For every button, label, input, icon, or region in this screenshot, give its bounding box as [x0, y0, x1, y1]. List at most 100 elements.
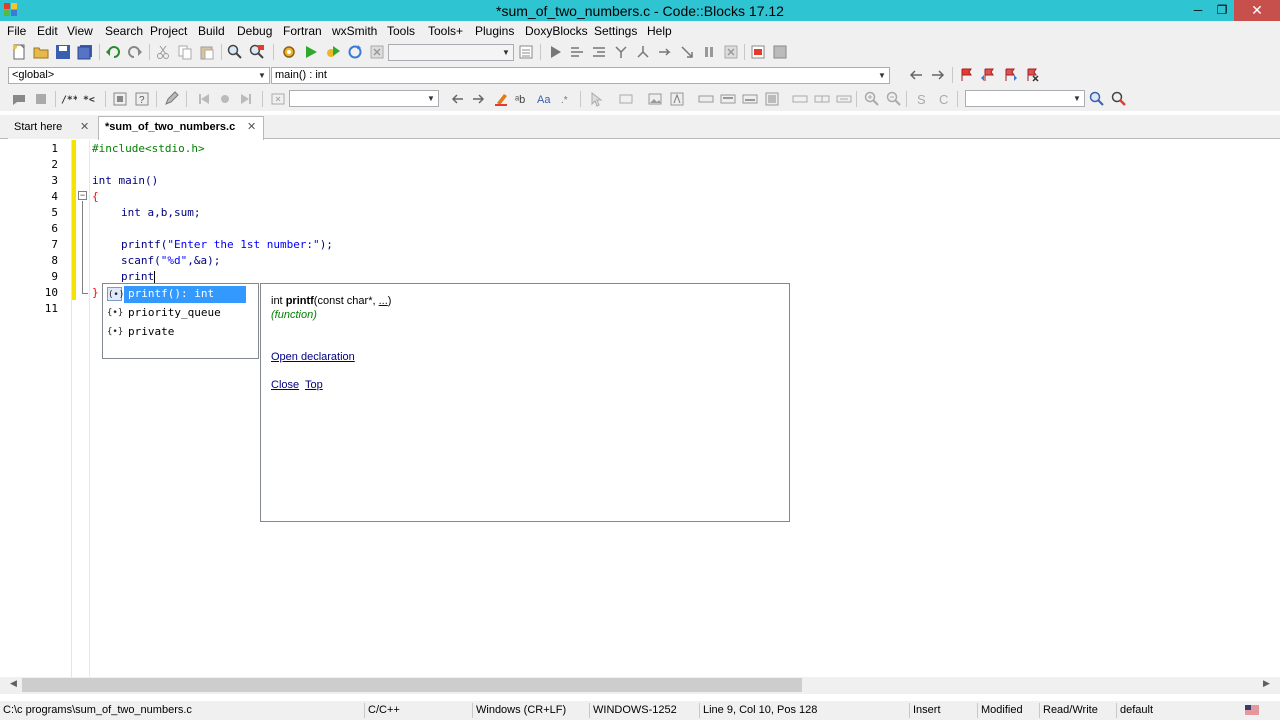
maximize-button[interactable]: ❐	[1208, 0, 1236, 21]
run-to-cursor-icon[interactable]	[569, 44, 585, 60]
extract-docs-icon[interactable]	[112, 91, 128, 107]
abort-icon[interactable]	[369, 44, 385, 60]
symbol-search-dropdown[interactable]: ▼	[965, 90, 1085, 107]
doxywizard-icon[interactable]	[33, 91, 49, 107]
rebuild-icon[interactable]	[347, 44, 363, 60]
open-folder-icon[interactable]	[33, 44, 49, 60]
jump-forward-icon[interactable]	[930, 67, 946, 83]
find-previous-icon[interactable]	[449, 91, 465, 107]
close-link[interactable]: Close	[271, 379, 299, 391]
zoom-out-icon[interactable]	[886, 91, 902, 107]
regex-icon[interactable]: .*	[559, 91, 575, 107]
help-doc-icon[interactable]: ?	[134, 91, 150, 107]
replace-icon[interactable]	[249, 44, 265, 60]
sizer-tool-1-icon[interactable]	[792, 91, 808, 107]
symbol-settings-icon[interactable]	[1111, 91, 1127, 107]
cut-icon[interactable]	[155, 44, 171, 60]
redo-icon[interactable]	[127, 44, 143, 60]
autocomplete-list[interactable]: (•) printf(): int {•} priority_queue {•}…	[102, 283, 259, 359]
menu-search[interactable]: Search	[105, 24, 143, 38]
menu-edit[interactable]: Edit	[37, 24, 58, 38]
image-tool-icon[interactable]	[647, 91, 663, 107]
top-link[interactable]: Top	[305, 379, 323, 391]
target-options-icon[interactable]	[518, 44, 534, 60]
layout-tool-1-icon[interactable]	[698, 91, 714, 107]
various-info-icon[interactable]	[772, 44, 788, 60]
autocomplete-item-private[interactable]: {•} private	[107, 324, 245, 341]
record-icon[interactable]	[217, 91, 233, 107]
scope-dropdown[interactable]: <global> ▼	[8, 67, 270, 84]
incremental-search-input[interactable]: ▼	[289, 90, 439, 107]
close-window-button[interactable]: ✕	[1234, 0, 1280, 21]
horizontal-scrollbar[interactable]: ◀ ▶	[0, 677, 1280, 694]
undo-icon[interactable]	[105, 44, 121, 60]
block-comment-icon[interactable]: /**	[61, 91, 77, 107]
variadic-link[interactable]: ...	[379, 295, 388, 307]
rectangle-tool-icon[interactable]	[618, 91, 634, 107]
layout-tool-3-icon[interactable]	[742, 91, 758, 107]
function-dropdown[interactable]: main() : int ▼	[271, 67, 890, 84]
s-tool-icon[interactable]: S	[914, 91, 930, 107]
copy-icon[interactable]	[177, 44, 193, 60]
pause-icon[interactable]	[701, 44, 717, 60]
symbol-search-icon[interactable]	[1089, 91, 1105, 107]
menu-debug[interactable]: Debug	[237, 24, 272, 38]
menu-doxyblocks[interactable]: DoxyBlocks	[525, 24, 588, 38]
first-item-icon[interactable]	[196, 91, 212, 107]
highlight-icon[interactable]	[493, 91, 509, 107]
build-gear-icon[interactable]	[281, 44, 297, 60]
sizer-tool-3-icon[interactable]	[836, 91, 852, 107]
selected-text-only-icon[interactable]: ᵃb	[515, 91, 531, 107]
layout-tool-2-icon[interactable]	[720, 91, 736, 107]
next-line-icon[interactable]	[591, 44, 607, 60]
build-and-run-icon[interactable]	[325, 44, 341, 60]
sizer-tool-2-icon[interactable]	[814, 91, 830, 107]
save-all-icon[interactable]	[77, 44, 93, 60]
stop-debugger-icon[interactable]	[723, 44, 739, 60]
autocomplete-item-printf[interactable]: (•) printf(): int	[107, 286, 246, 303]
pencil-icon[interactable]	[163, 91, 179, 107]
debug-continue-icon[interactable]	[547, 44, 563, 60]
new-file-icon[interactable]	[11, 44, 27, 60]
find-next-icon[interactable]	[471, 91, 487, 107]
menu-project[interactable]: Project	[150, 24, 187, 38]
next-instruction-icon[interactable]	[657, 44, 673, 60]
c-tool-icon[interactable]: C	[936, 91, 952, 107]
select-tool-icon[interactable]	[588, 91, 604, 107]
menu-tools-plus[interactable]: Tools+	[428, 24, 463, 38]
prev-bookmark-icon[interactable]	[980, 67, 996, 83]
build-target-dropdown[interactable]: ▼	[388, 44, 514, 61]
step-into-instruction-icon[interactable]	[679, 44, 695, 60]
run-icon[interactable]	[303, 44, 319, 60]
tab-sum-of-two-numbers[interactable]: *sum_of_two_numbers.c ✕	[98, 116, 264, 140]
text-tool-icon[interactable]	[669, 91, 685, 107]
toggle-bookmark-icon[interactable]	[958, 67, 974, 83]
close-icon[interactable]: ✕	[247, 117, 256, 137]
close-icon[interactable]: ✕	[80, 117, 89, 137]
scrollbar-thumb[interactable]	[22, 678, 802, 692]
next-bookmark-icon[interactable]	[1002, 67, 1018, 83]
menu-build[interactable]: Build	[198, 24, 225, 38]
step-into-icon[interactable]	[613, 44, 629, 60]
tab-start-here[interactable]: Start here ✕	[8, 117, 98, 139]
scroll-right-icon[interactable]: ▶	[1263, 678, 1270, 689]
menu-settings[interactable]: Settings	[594, 24, 637, 38]
match-case-icon[interactable]: Aa	[537, 91, 553, 107]
jump-back-icon[interactable]	[908, 67, 924, 83]
layout-tool-4-icon[interactable]	[764, 91, 780, 107]
find-icon[interactable]	[227, 44, 243, 60]
zoom-in-icon[interactable]	[864, 91, 880, 107]
menu-help[interactable]: Help	[647, 24, 672, 38]
menu-file[interactable]: File	[7, 24, 26, 38]
debugging-windows-icon[interactable]	[750, 44, 766, 60]
line-comment-icon[interactable]: *<	[83, 91, 99, 107]
menu-plugins[interactable]: Plugins	[475, 24, 514, 38]
paste-icon[interactable]	[199, 44, 215, 60]
menu-tools[interactable]: Tools	[387, 24, 415, 38]
menu-wxsmith[interactable]: wxSmith	[332, 24, 377, 38]
comment-tool-icon[interactable]	[11, 91, 27, 107]
open-declaration-link[interactable]: Open declaration	[271, 351, 355, 363]
last-item-icon[interactable]	[238, 91, 254, 107]
save-icon[interactable]	[55, 44, 71, 60]
scroll-left-icon[interactable]: ◀	[10, 678, 17, 689]
